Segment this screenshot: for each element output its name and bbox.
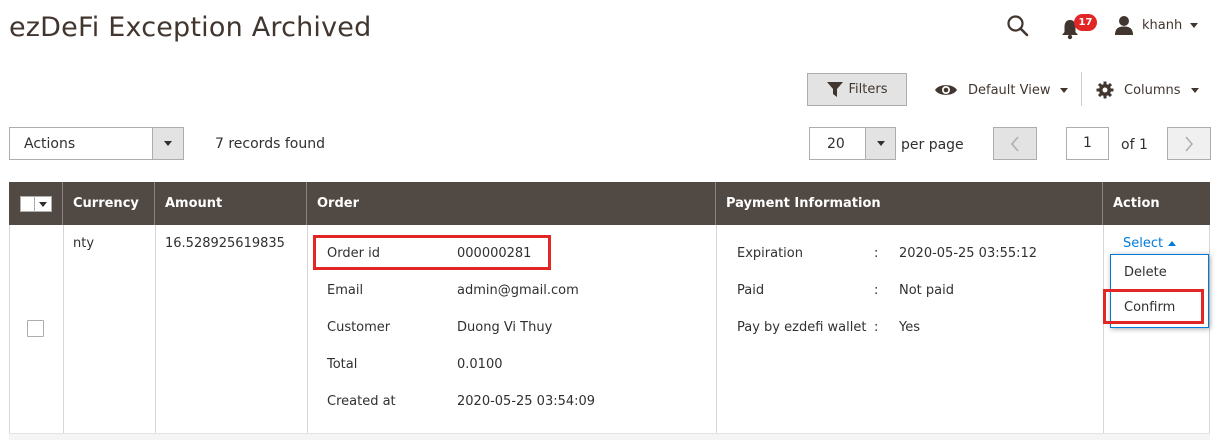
- total-label: Total: [327, 357, 358, 372]
- notification-count-badge: 17: [1074, 14, 1097, 31]
- columns-label: Columns: [1124, 82, 1181, 98]
- column-header-action[interactable]: Action: [1102, 182, 1210, 225]
- user-icon: [1115, 16, 1133, 35]
- delete-menu-item[interactable]: Delete: [1124, 265, 1167, 280]
- column-header-currency[interactable]: Currency: [62, 182, 154, 225]
- records-count: 7 records found: [215, 136, 325, 152]
- wallet-value: Yes: [899, 320, 920, 335]
- eye-icon: [935, 85, 957, 95]
- created-at-label: Created at: [327, 394, 396, 409]
- column-header-payment-information[interactable]: Payment Information: [715, 182, 1102, 225]
- mass-select-checkbox[interactable]: [21, 197, 35, 211]
- notifications-button[interactable]: 17: [1060, 14, 1100, 40]
- gear-icon: [1096, 81, 1114, 99]
- total-value: 0.0100: [457, 357, 503, 372]
- expiration-label: Expiration: [737, 246, 803, 261]
- columns-button[interactable]: Columns: [1096, 78, 1199, 102]
- search-icon[interactable]: [1006, 14, 1030, 38]
- expiration-value: 2020-05-25 03:55:12: [899, 246, 1038, 261]
- chevron-down-icon: [164, 141, 172, 146]
- chevron-left-icon: [1011, 136, 1019, 151]
- action-select-link[interactable]: Select: [1123, 236, 1177, 251]
- order-id-highlight: [313, 235, 551, 270]
- row-select-checkbox[interactable]: [27, 320, 44, 337]
- row-divider: [9, 433, 1210, 440]
- wallet-label: Pay by ezdefi wallet: [737, 320, 867, 335]
- actions-label: Actions: [24, 136, 76, 152]
- previous-page-button[interactable]: [993, 127, 1037, 160]
- chevron-down-icon: [876, 141, 885, 146]
- user-name: khanh: [1142, 17, 1183, 33]
- view-switcher[interactable]: Default View: [934, 78, 1069, 102]
- column-divider: [63, 225, 64, 435]
- chevron-down-icon: [1060, 87, 1069, 93]
- created-at-value: 2020-05-25 03:54:09: [457, 394, 596, 409]
- separator: :: [874, 320, 879, 335]
- paid-value: Not paid: [899, 283, 954, 298]
- column-divider: [716, 225, 717, 435]
- funnel-icon: [826, 82, 843, 97]
- column-divider: [1103, 225, 1104, 435]
- per-page-value: 20: [827, 136, 845, 152]
- customer-label: Customer: [327, 320, 391, 335]
- toolbar-divider: [1081, 72, 1082, 106]
- mass-select-control[interactable]: [20, 196, 52, 212]
- cell-amount: 16.528925619835: [165, 236, 285, 251]
- email-label: Email: [327, 283, 364, 298]
- separator: :: [874, 246, 879, 261]
- mass-select-toggle[interactable]: [35, 197, 51, 211]
- per-page-label: per page: [901, 137, 964, 153]
- confirm-highlight: [1103, 289, 1204, 324]
- user-menu[interactable]: khanh: [1114, 14, 1199, 36]
- chevron-right-icon: [1185, 136, 1193, 151]
- column-header-amount[interactable]: Amount: [154, 182, 306, 225]
- paid-label: Paid: [737, 283, 765, 298]
- page-title: ezDeFi Exception Archived: [9, 12, 372, 43]
- view-label: Default View: [968, 82, 1051, 98]
- customer-value: Duong Vi Thuy: [457, 320, 553, 335]
- actions-toggle[interactable]: [152, 128, 183, 159]
- chevron-down-icon: [39, 201, 47, 207]
- column-divider: [155, 225, 156, 435]
- page-total: of 1: [1121, 137, 1148, 153]
- chevron-down-icon: [1190, 87, 1199, 93]
- cell-currency: nty: [73, 236, 95, 251]
- next-page-button[interactable]: [1167, 127, 1211, 160]
- per-page-toggle[interactable]: [865, 128, 895, 159]
- separator: :: [874, 283, 879, 298]
- column-header-order[interactable]: Order: [306, 182, 715, 225]
- email-value: admin@gmail.com: [457, 283, 579, 298]
- per-page-dropdown[interactable]: 20: [809, 127, 896, 160]
- actions-dropdown[interactable]: Actions: [9, 127, 184, 160]
- column-divider: [307, 225, 308, 435]
- filters-button[interactable]: Filters: [807, 73, 907, 106]
- chevron-up-icon: [1168, 241, 1177, 246]
- filters-label: Filters: [848, 82, 888, 97]
- action-select-label: Select: [1123, 236, 1164, 251]
- page-number-input[interactable]: 1: [1066, 127, 1109, 160]
- chevron-down-icon: [1190, 22, 1199, 28]
- grid-header: Currency Amount Order Payment Informatio…: [9, 182, 1210, 225]
